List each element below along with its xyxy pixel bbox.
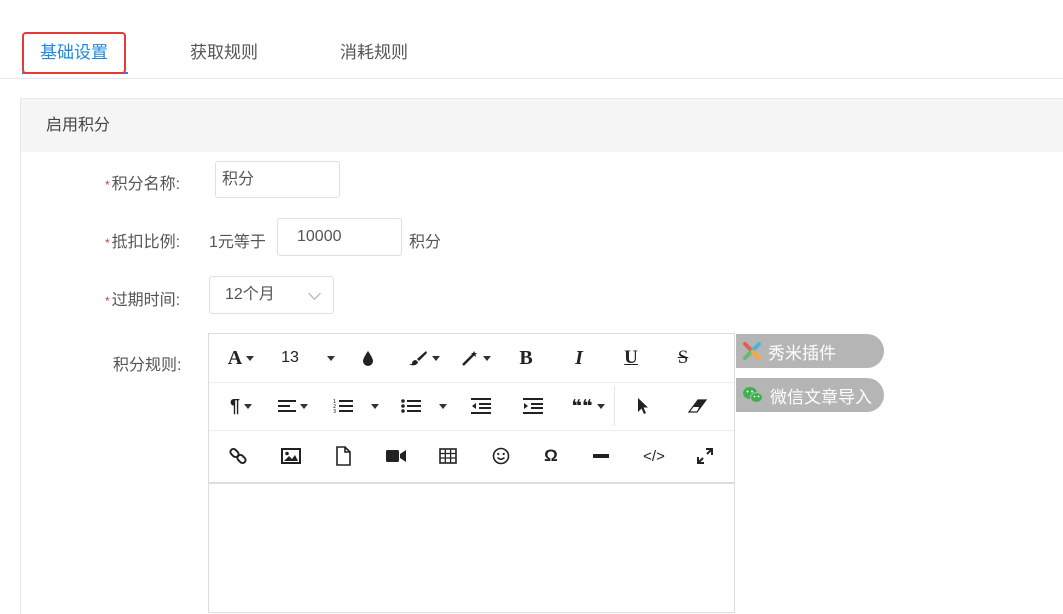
- xiumi-plugin-button[interactable]: 秀米插件: [736, 334, 884, 368]
- xiumi-icon: [742, 341, 762, 361]
- editor-toolbar-row-3: Ω </>: [209, 430, 734, 484]
- ink-drop-icon[interactable]: [357, 334, 379, 382]
- file-icon[interactable]: [331, 430, 355, 482]
- svg-text:3: 3: [333, 409, 336, 414]
- panel-title: 启用积分: [21, 99, 1063, 152]
- deduction-ratio-label: * 抵扣比例:: [105, 234, 181, 251]
- editor-toolbar-row-2: ¶ 123 ❝❝: [209, 382, 734, 431]
- ordered-list-icon[interactable]: 123: [331, 382, 355, 430]
- underline-icon[interactable]: U: [619, 334, 643, 382]
- strikethrough-icon[interactable]: S: [671, 334, 695, 382]
- wechat-icon: [742, 385, 764, 405]
- outdent-icon[interactable]: [469, 382, 493, 430]
- expire-time-value: 12个月: [225, 286, 275, 303]
- tab-earn-rules[interactable]: 获取规则: [190, 38, 258, 63]
- required-mark: *: [105, 294, 110, 308]
- toolbar-separator: [614, 386, 615, 426]
- brush-icon[interactable]: [404, 334, 444, 382]
- font-size-icon[interactable]: 13: [275, 334, 305, 382]
- eraser-icon[interactable]: [685, 382, 709, 430]
- cursor-icon[interactable]: [631, 382, 655, 430]
- link-icon[interactable]: [226, 430, 250, 482]
- quote-icon[interactable]: ❝❝: [569, 382, 607, 430]
- editor-content-area[interactable]: [209, 484, 734, 612]
- points-name-label: * 积分名称:: [105, 176, 181, 193]
- unordered-list-dropdown-icon[interactable]: [431, 382, 451, 430]
- video-icon[interactable]: [384, 430, 408, 482]
- horizontal-rule-icon[interactable]: [589, 430, 613, 482]
- highlight-annotation-box: [22, 32, 126, 74]
- required-mark: *: [105, 236, 110, 250]
- tab-bar: 基础设置 获取规则 消耗规则: [0, 0, 1063, 79]
- italic-icon[interactable]: I: [567, 334, 591, 382]
- indent-icon[interactable]: [521, 382, 545, 430]
- align-icon[interactable]: [273, 382, 313, 430]
- rich-text-editor: A 13 B I U S ¶ 123 ❝❝ Ω </>: [208, 333, 735, 613]
- font-color-icon[interactable]: A: [221, 334, 261, 382]
- emoji-icon[interactable]: [489, 430, 513, 482]
- tab-consume-rules[interactable]: 消耗规则: [340, 38, 408, 63]
- points-rules-label: 积分规则:: [113, 357, 182, 374]
- ordered-list-dropdown-icon[interactable]: [363, 382, 383, 430]
- expire-time-select[interactable]: 12个月: [209, 276, 334, 314]
- ratio-prefix: 1元等于: [209, 234, 266, 251]
- magic-wand-icon[interactable]: [457, 334, 495, 382]
- image-icon[interactable]: [279, 430, 303, 482]
- expire-time-label: * 过期时间:: [105, 292, 181, 309]
- table-icon[interactable]: [436, 430, 460, 482]
- font-size-dropdown-icon[interactable]: [319, 334, 339, 382]
- paragraph-icon[interactable]: ¶: [223, 382, 259, 430]
- wechat-import-button[interactable]: 微信文章导入: [736, 378, 884, 412]
- ratio-input[interactable]: 10000: [277, 218, 402, 256]
- omega-icon[interactable]: Ω: [539, 430, 563, 482]
- ratio-suffix: 积分: [409, 234, 442, 251]
- chevron-down-icon: [308, 287, 321, 300]
- unordered-list-icon[interactable]: [399, 382, 423, 430]
- required-mark: *: [105, 178, 110, 192]
- bold-icon[interactable]: B: [514, 334, 538, 382]
- editor-toolbar-row-1: A 13 B I U S: [209, 334, 734, 383]
- points-name-input[interactable]: 积分: [215, 161, 340, 198]
- fullscreen-icon[interactable]: [693, 430, 717, 482]
- code-icon[interactable]: </>: [639, 430, 669, 482]
